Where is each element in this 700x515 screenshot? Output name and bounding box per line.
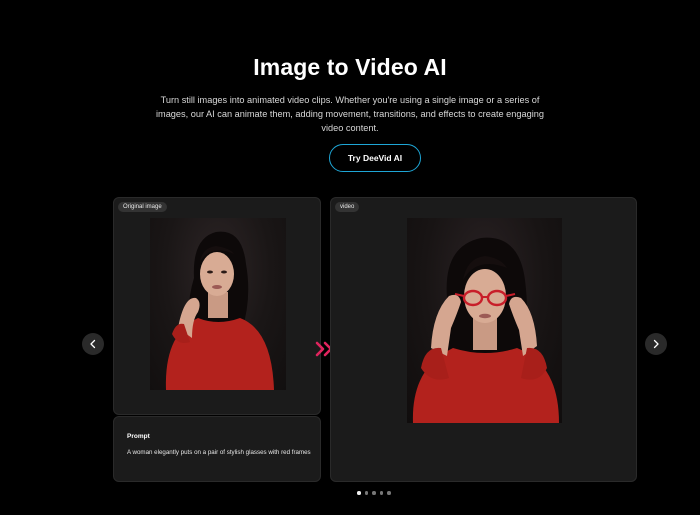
- try-deevid-button[interactable]: Try DeeVid AI: [329, 144, 421, 172]
- chevron-right-icon: [653, 339, 659, 349]
- carousel-dot[interactable]: [357, 491, 361, 495]
- carousel-dot[interactable]: [387, 491, 391, 495]
- carousel-dot[interactable]: [364, 491, 368, 495]
- carousel-pagination: [357, 491, 391, 495]
- original-image: [150, 218, 286, 390]
- carousel-prev-button[interactable]: [82, 333, 104, 355]
- page-title: Image to Video AI: [253, 54, 447, 80]
- video-preview[interactable]: [407, 218, 562, 423]
- original-image-tag: Original image: [118, 202, 167, 212]
- original-image-panel: Original image: [113, 197, 321, 415]
- prompt-panel: Prompt A woman elegantly puts on a pair …: [113, 416, 321, 482]
- carousel-dot[interactable]: [379, 491, 383, 495]
- prompt-heading: Prompt: [127, 433, 150, 440]
- video-panel: video: [330, 197, 637, 482]
- carousel-dot[interactable]: [372, 491, 376, 495]
- prompt-text: A woman elegantly puts on a pair of styl…: [127, 449, 311, 456]
- chevron-left-icon: [90, 339, 96, 349]
- carousel-next-button[interactable]: [645, 333, 667, 355]
- video-tag: video: [335, 202, 360, 212]
- page-subtitle: Turn still images into animated video cl…: [156, 95, 544, 133]
